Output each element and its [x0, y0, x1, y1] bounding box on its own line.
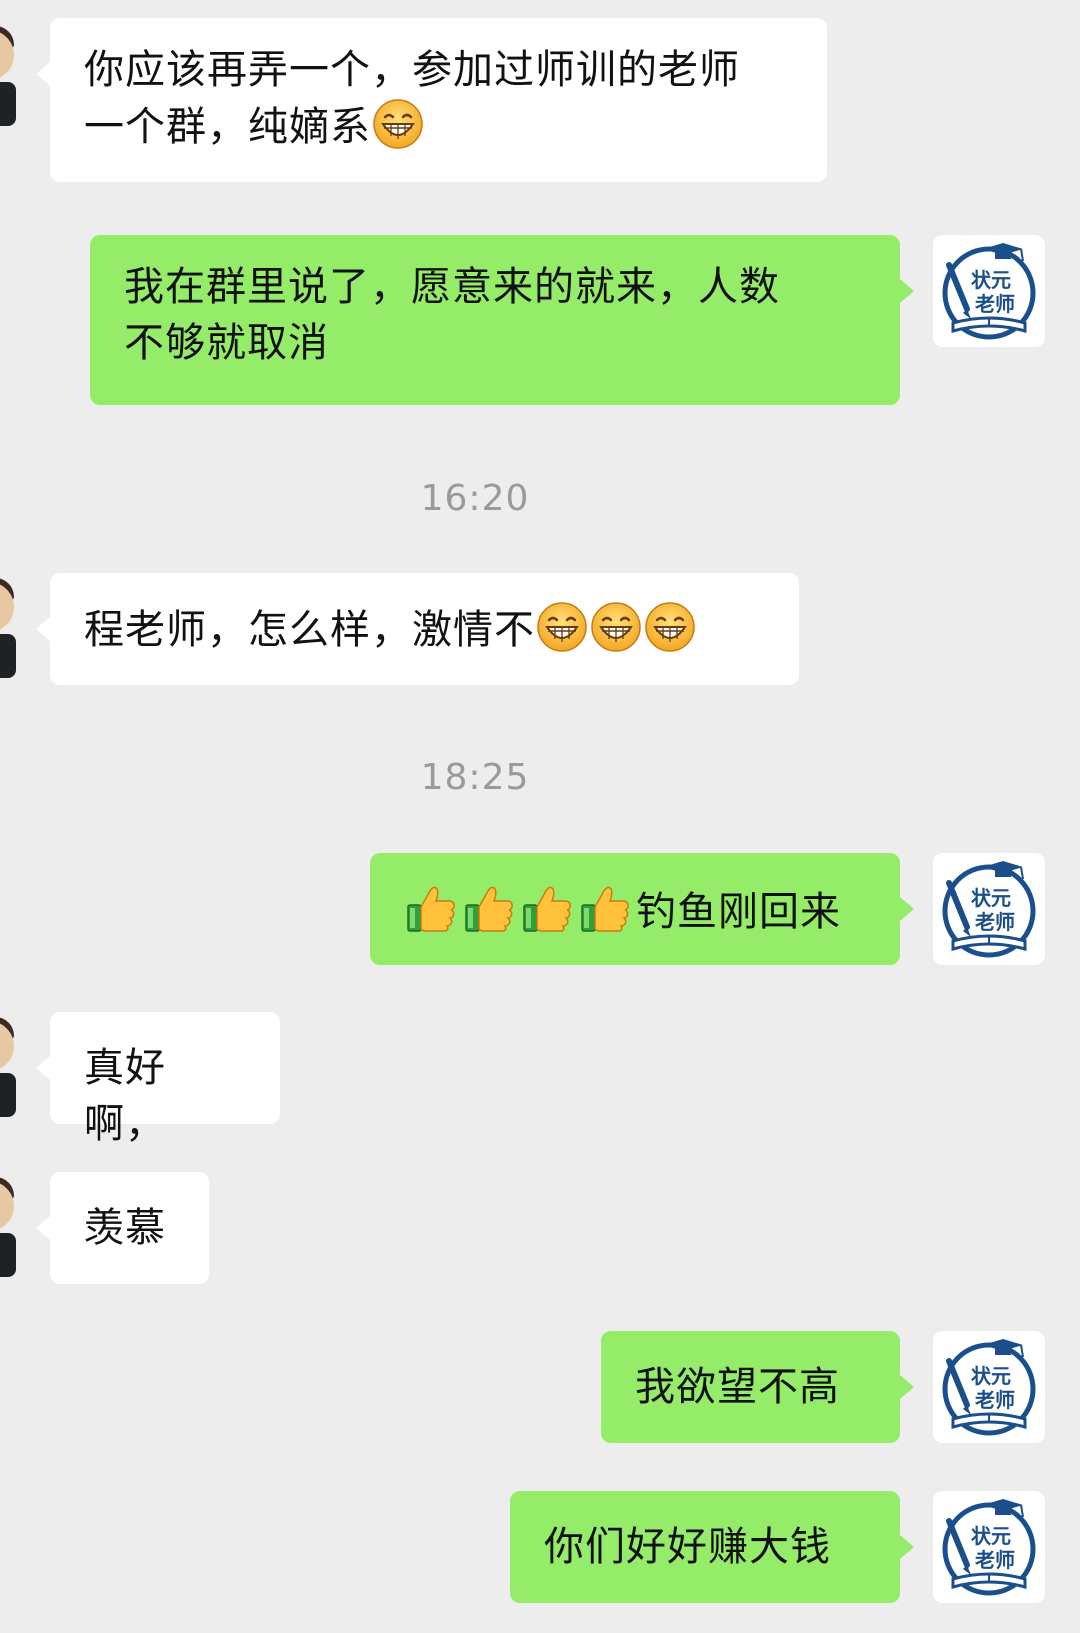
incoming-message-bubble[interactable]: 程老师，怎么样，激情不 [36, 573, 799, 685]
outgoing-message-bubble[interactable]: 我欲望不高 [601, 1331, 914, 1443]
logo-text-line1: 状元 [971, 886, 1011, 910]
logo-text-line2: 老师 [975, 910, 1015, 934]
thumbs-up-emoji [520, 881, 574, 935]
contact-avatar[interactable] [0, 1177, 16, 1277]
incoming-message-bubble[interactable]: 你应该再弄一个，参加过师训的老师 一个群，纯嫡系 [36, 18, 827, 182]
self-avatar-logo[interactable]: 状元 老师 [933, 1331, 1045, 1443]
grin-emoji [536, 601, 588, 653]
message-text: 不够就取消 [124, 320, 329, 366]
grin-emoji [372, 98, 424, 150]
timestamp: 16:20 [420, 478, 530, 519]
grin-emoji [644, 601, 696, 653]
outgoing-message-bubble[interactable]: 钓鱼刚回来 [370, 853, 914, 965]
contact-avatar[interactable] [0, 578, 16, 678]
message-text: 我在群里说了，愿意来的就来，人数 [124, 264, 780, 310]
outgoing-message-bubble[interactable]: 我在群里说了，愿意来的就来，人数 不够就取消 [90, 235, 914, 405]
grin-emoji [590, 601, 642, 653]
message-text: 羡慕 [84, 1205, 166, 1251]
logo-text-line1: 状元 [971, 268, 1011, 292]
incoming-message-bubble[interactable]: 羡慕 [36, 1172, 209, 1284]
self-avatar-logo[interactable]: 状元 老师 [933, 1491, 1045, 1603]
message-text: 我欲望不高 [635, 1364, 840, 1410]
thumbs-up-emoji [404, 881, 458, 935]
incoming-message-bubble[interactable]: 真好啊， [36, 1012, 280, 1147]
message-text: 你应该再弄一个，参加过师训的老师 [84, 47, 740, 93]
outgoing-message-bubble[interactable]: 你们好好赚大钱 [510, 1491, 914, 1603]
message-text: 你们好好赚大钱 [544, 1524, 831, 1570]
thumbs-up-emoji [462, 881, 516, 935]
thumbs-up-emoji [578, 881, 632, 935]
message-text: 程老师，怎么样，激情不 [84, 607, 535, 653]
self-avatar-logo[interactable]: 状元 老师 [933, 235, 1045, 347]
contact-avatar[interactable] [0, 26, 16, 126]
logo-text-line1: 状元 [971, 1364, 1011, 1388]
message-text: 真好啊， [84, 1045, 166, 1147]
chat-area[interactable]: 你应该再弄一个，参加过师训的老师 一个群，纯嫡系 我在群里说了，愿意来的就来，人… [0, 0, 1080, 1633]
logo-text-line2: 老师 [975, 1548, 1015, 1572]
timestamp: 18:25 [420, 757, 530, 798]
logo-text-line2: 老师 [975, 292, 1015, 316]
logo-text-line2: 老师 [975, 1388, 1015, 1412]
logo-text-line1: 状元 [971, 1524, 1011, 1548]
message-text: 钓鱼刚回来 [636, 889, 841, 935]
contact-avatar[interactable] [0, 1017, 16, 1117]
self-avatar-logo[interactable]: 状元 老师 [933, 853, 1045, 965]
message-text: 一个群，纯嫡系 [84, 104, 371, 150]
